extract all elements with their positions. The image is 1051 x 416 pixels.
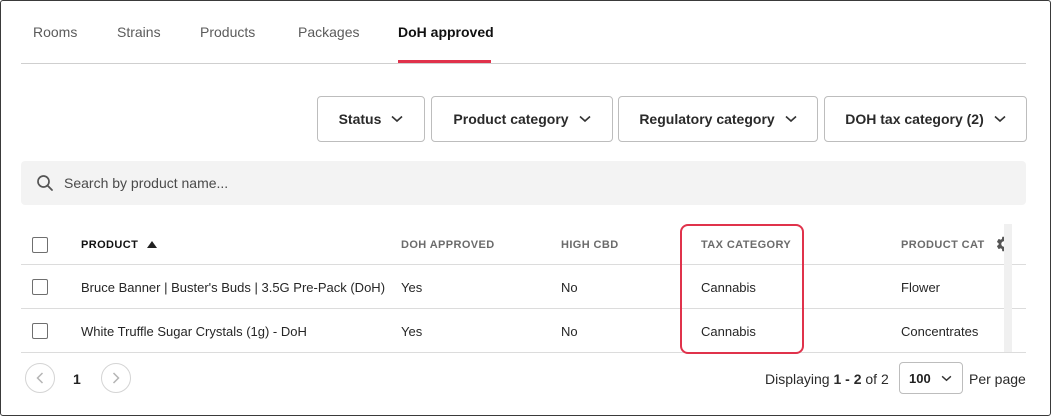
per-page-value: 100 [909, 370, 931, 386]
doh-tax-category-filter-button[interactable]: DOH tax category (2) [824, 96, 1027, 142]
product-category-cell: Concentrates [901, 324, 979, 339]
chevron-down-icon [994, 115, 1006, 123]
column-header-high-cbd[interactable]: HIGH CBD [561, 239, 619, 251]
row-checkbox[interactable] [32, 323, 48, 339]
tax-category-cell: Cannabis [701, 280, 756, 295]
column-header-doh-approved[interactable]: DOH APPROVED [401, 239, 495, 251]
doh-approved-cell: Yes [401, 280, 423, 295]
tab-bar: Rooms Strains Products Packages DoH appr… [21, 0, 1026, 64]
search-input[interactable] [64, 161, 1004, 205]
product-name-cell[interactable]: Bruce Banner | Buster's Buds | 3.5G Pre-… [81, 280, 385, 295]
column-header-tax-category[interactable]: TAX CATEGORY [701, 239, 791, 251]
displaying-range: 1 - 2 [833, 371, 862, 387]
product-category-cell: Flower [901, 280, 941, 295]
chevron-down-icon [941, 375, 952, 381]
chevron-down-icon [785, 115, 797, 123]
sort-ascending-icon[interactable] [146, 239, 158, 249]
tab-products[interactable]: Products [200, 24, 255, 40]
displaying-suffix: of 2 [861, 371, 889, 387]
status-filter-button[interactable]: Status [317, 96, 425, 142]
previous-page-button[interactable] [25, 363, 55, 393]
per-page-select[interactable]: 100 [899, 362, 963, 394]
regulatory-category-filter-label: Regulatory category [639, 111, 775, 127]
per-page-label: Per page [969, 371, 1026, 387]
tab-doh-approved[interactable]: DoH approved [398, 24, 494, 40]
table-row[interactable]: Bruce Banner | Buster's Buds | 3.5G Pre-… [21, 265, 1026, 309]
tab-rooms[interactable]: Rooms [33, 24, 77, 40]
current-page-number[interactable]: 1 [73, 371, 81, 387]
next-page-button[interactable] [101, 363, 131, 393]
tax-category-cell: Cannabis [701, 324, 756, 339]
displaying-prefix: Displaying [765, 371, 834, 387]
regulatory-category-filter-button[interactable]: Regulatory category [618, 96, 818, 142]
table-header: PRODUCT DOH APPROVED HIGH CBD TAX CATEGO… [21, 224, 1026, 265]
doh-approved-cell: Yes [401, 324, 423, 339]
chevron-right-icon [112, 372, 120, 384]
horizontal-scroll-edge[interactable] [1004, 224, 1012, 352]
select-all-checkbox[interactable] [32, 237, 48, 253]
table-row[interactable]: White Truffle Sugar Crystals (1g) - DoH … [21, 309, 1026, 353]
tab-strains[interactable]: Strains [117, 24, 161, 40]
tab-packages[interactable]: Packages [298, 24, 359, 40]
product-category-filter-button[interactable]: Product category [431, 96, 613, 142]
product-name-cell[interactable]: White Truffle Sugar Crystals (1g) - DoH [81, 324, 307, 339]
search-bar [21, 161, 1026, 205]
chevron-left-icon [36, 372, 44, 384]
product-category-filter-label: Product category [453, 111, 569, 127]
column-header-product-category[interactable]: PRODUCT CAT [901, 239, 985, 251]
doh-tax-category-filter-label: DOH tax category (2) [845, 111, 984, 127]
search-icon [37, 175, 53, 191]
high-cbd-cell: No [561, 324, 578, 339]
displaying-count: Displaying 1 - 2 of 2 [765, 371, 889, 387]
row-checkbox[interactable] [32, 279, 48, 295]
chevron-down-icon [391, 115, 403, 123]
active-tab-indicator [398, 60, 491, 63]
column-header-product[interactable]: PRODUCT [81, 239, 138, 251]
high-cbd-cell: No [561, 280, 578, 295]
chevron-down-icon [579, 115, 591, 123]
status-filter-label: Status [338, 111, 382, 127]
